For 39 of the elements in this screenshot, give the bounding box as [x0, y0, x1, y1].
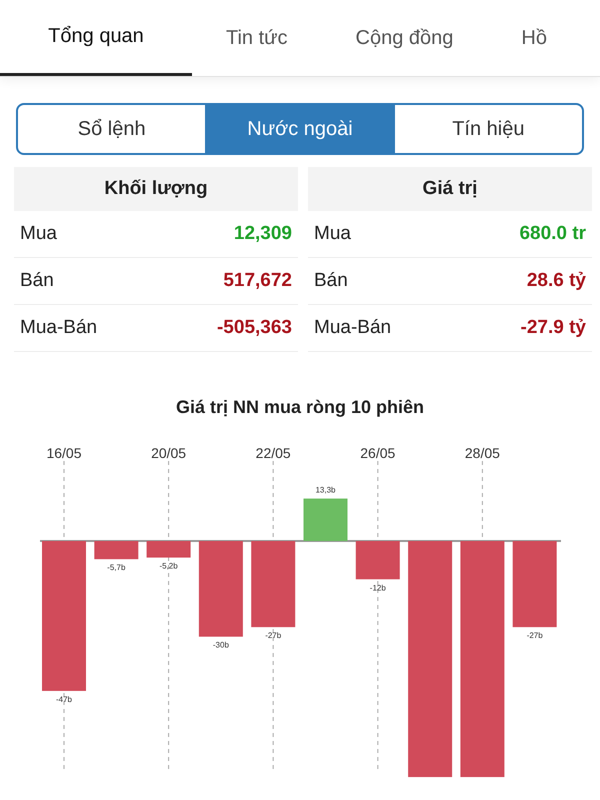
row-value: 680.0 tr: [519, 223, 586, 245]
segment-tab[interactable]: Nước ngoài: [205, 105, 394, 153]
date-label: 22/05: [256, 445, 291, 461]
segment-tab[interactable]: Tín hiệu: [394, 105, 582, 153]
chart-title: Giá trị NN mua ròng 10 phiên: [174, 397, 426, 419]
row-value: 12,309: [234, 223, 292, 245]
row-value: 517,672: [223, 270, 292, 292]
value-label: -47b: [56, 694, 72, 704]
row-label: Mua: [20, 223, 57, 245]
bar: [304, 498, 348, 541]
segment-tab[interactable]: Sổ lệnh: [18, 105, 206, 153]
row-value: -505,363: [216, 317, 292, 339]
date-label: 26/05: [360, 445, 396, 461]
bar: [94, 541, 138, 560]
value-label: -12b: [370, 583, 386, 592]
value-label: -27b: [265, 631, 282, 640]
value-label: -5,2b: [159, 562, 178, 571]
bar: [356, 541, 400, 580]
row-label: Mua-Bán: [314, 317, 392, 339]
date-label: 28/05: [464, 445, 500, 461]
row-label: Bán: [20, 270, 54, 292]
tab[interactable]: Hồ: [487, 0, 581, 76]
row-value: 28.6 tỷ: [526, 270, 586, 292]
value-label: 13,3b: [315, 486, 336, 495]
panel-heading: Khối lượng: [14, 167, 298, 211]
row-label: Mua: [314, 223, 351, 245]
date-label: 16/05: [46, 445, 82, 461]
date-label: 20/05: [151, 445, 186, 461]
tab[interactable]: Tin tức: [192, 0, 322, 76]
tab[interactable]: Cộng đồng: [322, 0, 488, 76]
row-value: -27.9 tỷ: [520, 317, 586, 339]
row-label: Bán: [314, 270, 348, 292]
panel-heading: Giá trị: [308, 167, 592, 211]
value-label: -5,7b: [107, 563, 126, 572]
row-label: Mua-Bán: [20, 317, 98, 339]
bar: [146, 541, 191, 558]
value-label: -27b: [526, 631, 543, 640]
tab[interactable]: Tổng quan: [0, 0, 192, 76]
value-label: -30b: [212, 640, 229, 650]
